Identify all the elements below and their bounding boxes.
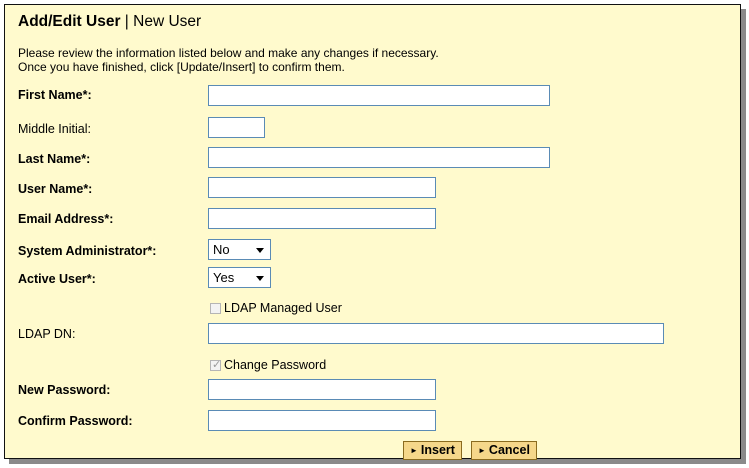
checkmark-icon: ✓ [212, 359, 222, 371]
last-name-label: Last Name*: [18, 152, 91, 166]
new-password-label: New Password: [18, 383, 111, 397]
change-password-checkbox-row[interactable]: ✓ Change Password [210, 358, 326, 372]
active-user-label: Active User*: [18, 272, 96, 286]
new-password-field[interactable] [208, 379, 436, 400]
system-admin-select[interactable]: No [208, 239, 271, 260]
cancel-button-label: Cancel [488, 443, 530, 457]
arrow-right-icon: ► [410, 446, 418, 455]
ldap-dn-field[interactable] [208, 323, 664, 344]
insert-button[interactable]: ► Insert [403, 441, 462, 460]
email-label: Email Address*: [18, 212, 114, 226]
user-name-label: User Name*: [18, 182, 93, 196]
chevron-down-icon [256, 276, 264, 281]
insert-button-label: Insert [420, 443, 455, 457]
confirm-password-field[interactable] [208, 410, 436, 431]
cancel-button[interactable]: ► Cancel [471, 441, 537, 460]
change-password-label: Change Password [224, 358, 327, 372]
change-password-checkbox[interactable]: ✓ [210, 359, 222, 371]
active-user-value: Yes [213, 270, 235, 285]
ldap-dn-label: LDAP DN: [18, 327, 76, 341]
page-title-main: Add/Edit User [18, 13, 121, 30]
active-user-select[interactable]: Yes [208, 267, 271, 288]
first-name-label: First Name*: [18, 88, 92, 102]
system-admin-value: No [213, 242, 230, 257]
arrow-right-icon: ► [478, 446, 486, 455]
instructions-line-2: Once you have finished, click [Update/In… [18, 60, 345, 74]
ldap-managed-checkbox[interactable] [210, 303, 221, 314]
page-title-sub: New User [133, 13, 202, 30]
add-edit-user-panel: Add/Edit User | New User Please review t… [4, 4, 741, 460]
middle-initial-label: Middle Initial: [18, 122, 91, 136]
ldap-managed-checkbox-row[interactable]: LDAP Managed User [210, 301, 342, 315]
email-field[interactable] [208, 208, 436, 229]
instructions-line-1: Please review the information listed bel… [18, 46, 439, 60]
title-separator: | [120, 13, 134, 30]
first-name-field[interactable] [208, 85, 550, 106]
confirm-password-label: Confirm Password: [18, 414, 133, 428]
chevron-down-icon [256, 248, 264, 253]
middle-initial-field[interactable] [208, 117, 265, 138]
ldap-managed-label: LDAP Managed User [224, 301, 342, 315]
page-title: Add/Edit User | New User [18, 13, 201, 31]
instructions: Please review the information listed bel… [18, 46, 439, 74]
last-name-field[interactable] [208, 147, 550, 168]
system-admin-label: System Administrator*: [18, 244, 157, 258]
user-name-field[interactable] [208, 177, 436, 198]
